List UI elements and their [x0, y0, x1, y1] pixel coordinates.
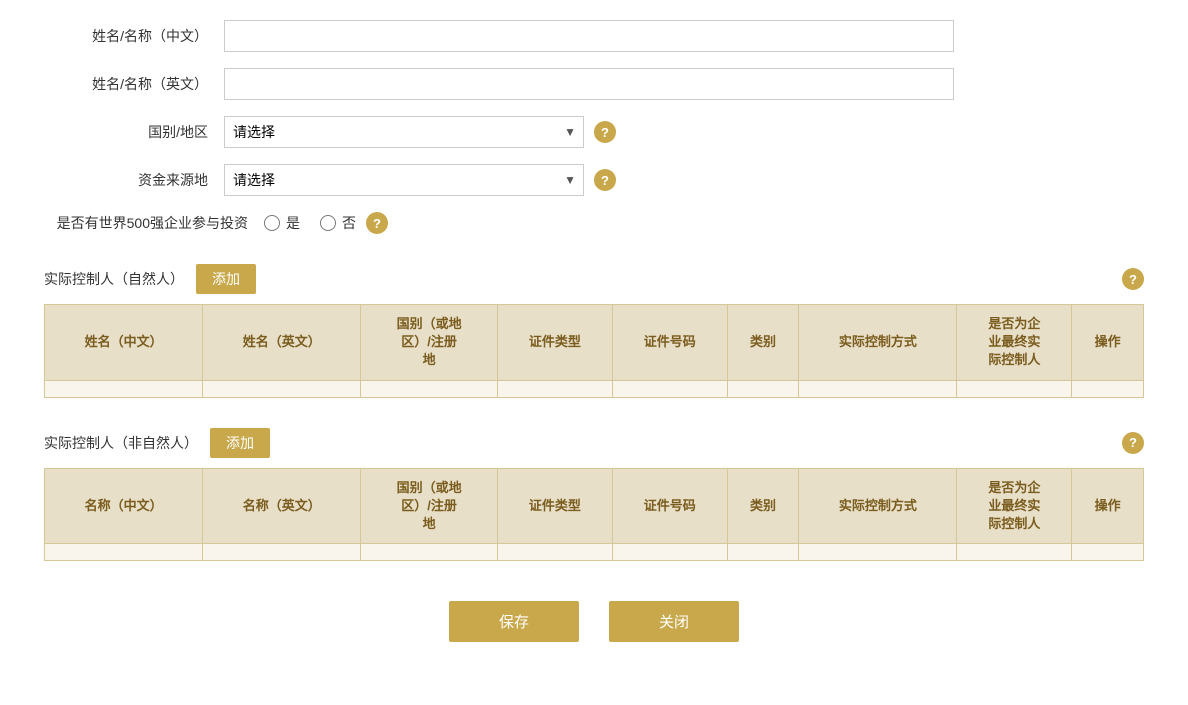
- np-empty-7: [799, 380, 957, 397]
- nnp-empty-3: [361, 544, 498, 561]
- world500-yes-label: 是: [286, 213, 300, 233]
- non-natural-person-section: 实际控制人（非自然人） 添加 ? 名称（中文） 名称（英文） 国别（或地区）/注…: [44, 418, 1144, 562]
- name-en-row: 姓名/名称（英文）: [44, 68, 1144, 100]
- form-section: 姓名/名称（中文） 姓名/名称（英文） 国别/地区 请选择 ▼ ? 资金: [44, 20, 1144, 234]
- non-natural-person-empty-row: [45, 544, 1144, 561]
- world500-radio-group: 是 否: [264, 213, 356, 233]
- np-empty-3: [361, 380, 498, 397]
- natural-person-title: 实际控制人（自然人）: [44, 269, 184, 289]
- world500-row: 是否有世界500强企业参与投资 是 否 ?: [44, 212, 1144, 234]
- fund-source-row-inner: 请选择 ▼ ?: [224, 164, 1144, 196]
- btn-row: 保存 关闭: [44, 601, 1144, 672]
- nnp-col-final-controller: 是否为企业最终实际控制人: [957, 468, 1072, 544]
- nnp-empty-9: [1072, 544, 1144, 561]
- world500-no-radio[interactable]: [320, 215, 336, 231]
- fund-source-row: 资金来源地 请选择 ▼ ?: [44, 164, 1144, 196]
- nnp-empty-7: [799, 544, 957, 561]
- natural-person-help-icon[interactable]: ?: [1122, 268, 1144, 290]
- np-empty-1: [45, 380, 203, 397]
- natural-person-header: 实际控制人（自然人） 添加 ?: [44, 254, 1144, 294]
- non-natural-person-table: 名称（中文） 名称（英文） 国别（或地区）/注册地 证件类型 证件号码 类别 实…: [44, 468, 1144, 562]
- non-natural-person-add-btn[interactable]: 添加: [210, 428, 270, 458]
- non-natural-person-help-icon[interactable]: ?: [1122, 432, 1144, 454]
- np-empty-5: [612, 380, 727, 397]
- non-natural-person-title: 实际控制人（非自然人）: [44, 433, 198, 453]
- fund-source-select[interactable]: 请选择: [224, 164, 584, 196]
- world500-no-option[interactable]: 否: [320, 213, 356, 233]
- world500-label: 是否有世界500强企业参与投资: [44, 213, 264, 233]
- country-row-inner: 请选择 ▼ ?: [224, 116, 1144, 148]
- nnp-empty-8: [957, 544, 1072, 561]
- np-col-country: 国别（或地区）/注册地: [361, 305, 498, 381]
- nnp-empty-4: [497, 544, 612, 561]
- nnp-empty-2: [203, 544, 361, 561]
- np-col-cert-type: 证件类型: [497, 305, 612, 381]
- nnp-col-cert-no: 证件号码: [612, 468, 727, 544]
- name-cn-label: 姓名/名称（中文）: [44, 26, 224, 46]
- nnp-col-name-cn: 名称（中文）: [45, 468, 203, 544]
- natural-person-add-btn[interactable]: 添加: [196, 264, 256, 294]
- np-col-name-en: 姓名（英文）: [203, 305, 361, 381]
- world500-help-icon[interactable]: ?: [366, 212, 388, 234]
- np-empty-2: [203, 380, 361, 397]
- np-col-cert-no: 证件号码: [612, 305, 727, 381]
- np-col-action: 操作: [1072, 305, 1144, 381]
- np-col-control-method: 实际控制方式: [799, 305, 957, 381]
- world500-no-label: 否: [342, 213, 356, 233]
- name-en-input[interactable]: [224, 68, 954, 100]
- name-cn-input[interactable]: [224, 20, 954, 52]
- np-col-final-controller: 是否为企业最终实际控制人: [957, 305, 1072, 381]
- nnp-empty-1: [45, 544, 203, 561]
- name-cn-row: 姓名/名称（中文）: [44, 20, 1144, 52]
- close-button[interactable]: 关闭: [609, 601, 739, 642]
- nnp-col-category: 类别: [727, 468, 799, 544]
- nnp-col-cert-type: 证件类型: [497, 468, 612, 544]
- country-help-icon[interactable]: ?: [594, 121, 616, 143]
- natural-person-table: 姓名（中文） 姓名（英文） 国别（或地区）/注册地 证件类型 证件号码 类别 实…: [44, 304, 1144, 398]
- np-empty-8: [957, 380, 1072, 397]
- natural-person-section: 实际控制人（自然人） 添加 ? 姓名（中文） 姓名（英文） 国别（或地区）/注册…: [44, 254, 1144, 398]
- nnp-empty-6: [727, 544, 799, 561]
- np-empty-4: [497, 380, 612, 397]
- nnp-col-control-method: 实际控制方式: [799, 468, 957, 544]
- world500-yes-radio[interactable]: [264, 215, 280, 231]
- nnp-col-country: 国别（或地区）/注册地: [361, 468, 498, 544]
- natural-person-empty-row: [45, 380, 1144, 397]
- np-empty-6: [727, 380, 799, 397]
- country-row: 国别/地区 请选择 ▼ ?: [44, 116, 1144, 148]
- main-container: 姓名/名称（中文） 姓名/名称（英文） 国别/地区 请选择 ▼ ? 资金: [44, 20, 1144, 672]
- non-natural-person-table-header-row: 名称（中文） 名称（英文） 国别（或地区）/注册地 证件类型 证件号码 类别 实…: [45, 468, 1144, 544]
- np-col-category: 类别: [727, 305, 799, 381]
- nnp-empty-5: [612, 544, 727, 561]
- fund-source-help-icon[interactable]: ?: [594, 169, 616, 191]
- name-en-label: 姓名/名称（英文）: [44, 74, 224, 94]
- country-label: 国别/地区: [44, 122, 224, 142]
- world500-row-inner: 是 否 ?: [264, 212, 1144, 234]
- fund-source-select-wrapper: 请选择 ▼: [224, 164, 584, 196]
- nnp-col-name-en: 名称（英文）: [203, 468, 361, 544]
- fund-source-label: 资金来源地: [44, 170, 224, 190]
- natural-person-table-header-row: 姓名（中文） 姓名（英文） 国别（或地区）/注册地 证件类型 证件号码 类别 实…: [45, 305, 1144, 381]
- np-col-name-cn: 姓名（中文）: [45, 305, 203, 381]
- world500-yes-option[interactable]: 是: [264, 213, 300, 233]
- country-select-wrapper: 请选择 ▼: [224, 116, 584, 148]
- non-natural-person-header: 实际控制人（非自然人） 添加 ?: [44, 418, 1144, 458]
- nnp-col-action: 操作: [1072, 468, 1144, 544]
- np-empty-9: [1072, 380, 1144, 397]
- country-select[interactable]: 请选择: [224, 116, 584, 148]
- save-button[interactable]: 保存: [449, 601, 579, 642]
